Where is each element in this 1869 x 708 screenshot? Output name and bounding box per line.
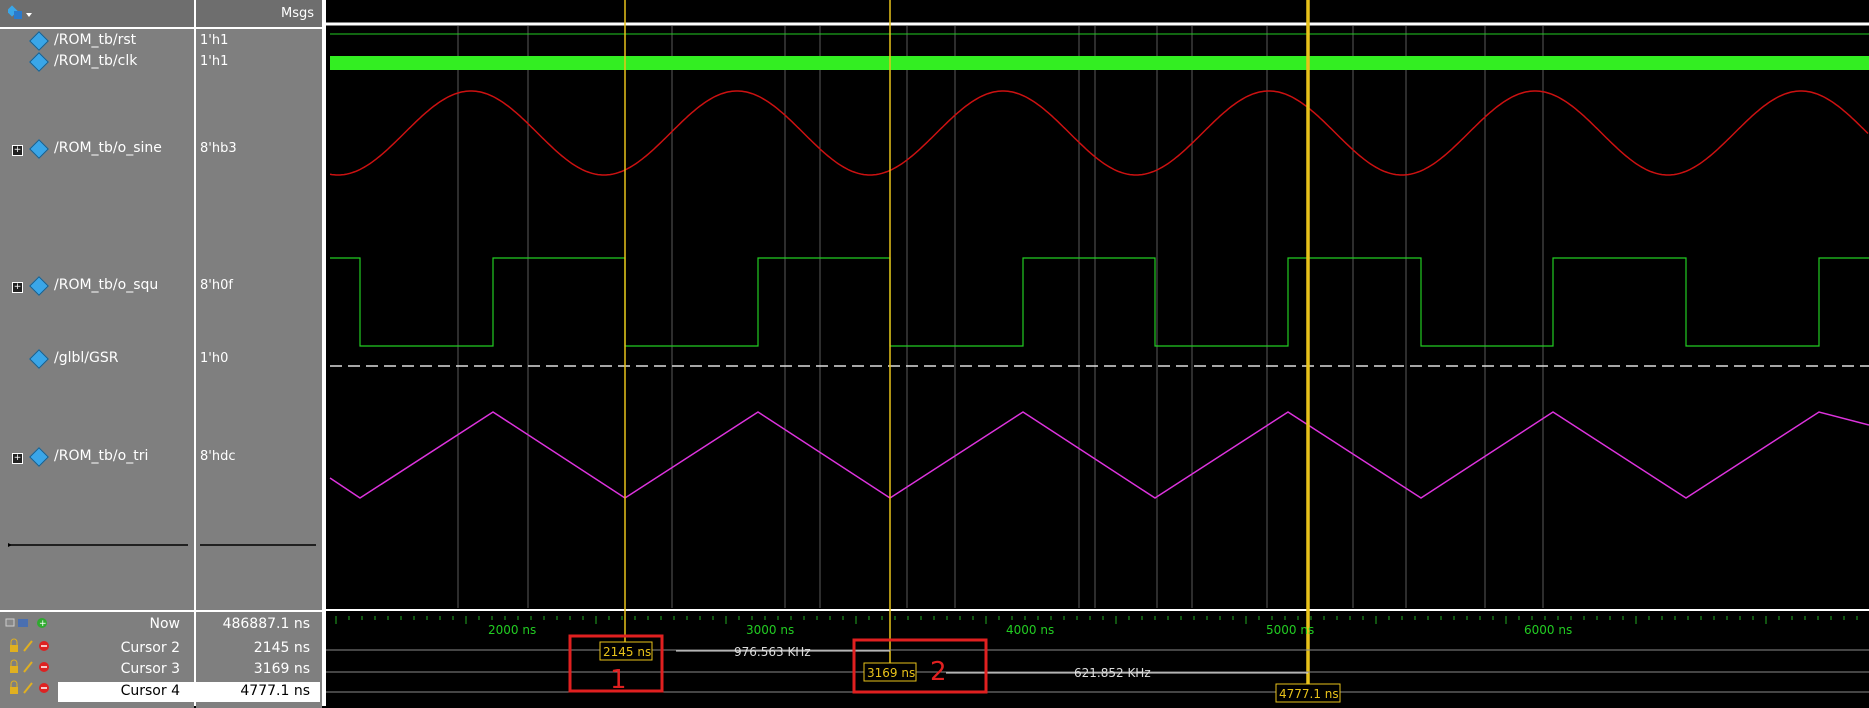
annotation-number: 2: [930, 657, 947, 687]
cursor-3-value[interactable]: 3169 ns: [254, 661, 310, 677]
cursor-3-label[interactable]: Cursor 3: [121, 661, 180, 677]
signal-name: /ROM_tb/clk: [54, 53, 138, 69]
wave-tool-icon[interactable]: [8, 5, 32, 21]
signal-name: /ROM_tb/o_tri: [54, 448, 149, 464]
value-pane-header: Msgs: [196, 0, 322, 29]
cursor-icons: +: [5, 618, 49, 694]
signal-name: /ROM_tb/rst: [54, 32, 137, 48]
tick-label: 3000 ns: [746, 623, 794, 637]
cursor-2-label[interactable]: Cursor 2: [121, 640, 180, 656]
tick-label: 6000 ns: [1524, 623, 1572, 637]
signal-name: /ROM_tb/o_squ: [54, 277, 159, 293]
now-label: Now: [149, 616, 181, 632]
tick-label: 4000 ns: [1006, 623, 1054, 637]
frequency-label: 621.852 KHz: [1074, 666, 1151, 680]
cursor-2-value[interactable]: 2145 ns: [254, 640, 310, 656]
msgs-header: Msgs: [280, 6, 314, 21]
signal-value: 1'h1: [200, 33, 229, 48]
cursor-2-tag-text: 2145 ns: [603, 645, 651, 659]
expand-icon[interactable]: +: [12, 282, 23, 293]
expand-icon[interactable]: +: [12, 145, 23, 156]
annotation-number: 1: [610, 665, 627, 695]
signal-value: 8'hdc: [200, 449, 236, 464]
lock-icon: [10, 659, 49, 673]
cursor-3-tag-text: 3169 ns: [867, 666, 915, 680]
waveform-canvas[interactable]: 2000 ns 3000 ns 4000 ns 5000 ns 6000 ns …: [326, 0, 1869, 706]
now-value: 486887.1 ns: [222, 616, 310, 632]
name-pane-header: [0, 0, 194, 29]
signal-value: 1'h0: [200, 351, 229, 366]
pane-divider[interactable]: [194, 0, 196, 706]
clk-waveform: [330, 56, 1869, 70]
signal-name: /glbl/GSR: [54, 350, 119, 366]
cursor-4-label[interactable]: Cursor 4: [121, 683, 180, 699]
expand-icon[interactable]: +: [12, 453, 23, 464]
divider-line: [8, 543, 316, 547]
signal-name: /ROM_tb/o_sine: [54, 140, 162, 156]
signal-value: 8'h0f: [200, 278, 233, 293]
cursor-4-tag-text: 4777.1 ns: [1279, 687, 1339, 701]
tick-label: 2000 ns: [488, 623, 536, 637]
signal-value: 1'h1: [200, 54, 229, 69]
signal-value: 8'hb3: [200, 141, 237, 156]
cursor-4-value[interactable]: 4777.1 ns: [240, 683, 310, 699]
frequency-label: 976.563 KHz: [734, 645, 811, 659]
svg-text:+: +: [39, 619, 47, 629]
lock-icon: [10, 680, 49, 694]
tick-label: 5000 ns: [1266, 623, 1314, 637]
cursor-tools-icon: +: [5, 618, 47, 629]
lock-icon: [10, 638, 49, 652]
